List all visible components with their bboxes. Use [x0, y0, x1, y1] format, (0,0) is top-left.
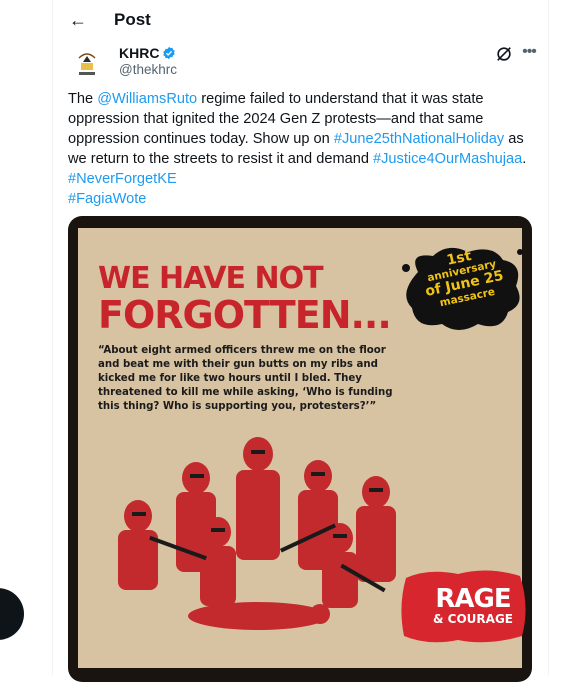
grok-icon[interactable]: [495, 45, 513, 63]
author-name-row: KHRC: [119, 44, 176, 62]
page-title: Post: [114, 10, 151, 29]
mention-link[interactable]: @WilliamsRuto: [97, 91, 197, 107]
poster-headline-2: FORGOTTEN...: [98, 293, 392, 337]
author-name[interactable]: KHRC: [119, 45, 159, 61]
post-column: ← Post KHRC @thekhrc ••• The @WilliamsRu…: [52, 0, 549, 682]
back-arrow-icon[interactable]: ←: [67, 9, 89, 31]
rage-label: RAGE & COURAGE: [418, 584, 528, 626]
officers-illustration: [118, 437, 396, 630]
floating-action-button[interactable]: [0, 588, 24, 640]
poster-headline-1: WE HAVE NOT: [98, 261, 324, 296]
rage-subtitle: & COURAGE: [433, 612, 513, 626]
tweet-text: The @WilliamsRuto regime failed to under…: [68, 89, 538, 209]
hashtag-link[interactable]: #FagiaWote: [68, 189, 538, 209]
tweet-text-4: .: [522, 151, 527, 167]
more-icon[interactable]: •••: [519, 44, 539, 62]
hashtag-link[interactable]: #Justice4OurMashujaa: [373, 151, 522, 167]
tweet-text-1: The: [68, 91, 98, 107]
avatar[interactable]: [67, 44, 107, 84]
post-image[interactable]: WE HAVE NOT FORGOTTEN... “About eight ar…: [68, 216, 532, 682]
hashtag-link[interactable]: #June25thNationalHoliday: [334, 131, 504, 147]
hashtag-link[interactable]: #NeverForgetKE: [68, 169, 538, 189]
post-header: ← Post: [53, 0, 548, 40]
author-handle[interactable]: @thekhrc: [119, 62, 177, 77]
verified-badge-icon: [163, 46, 176, 60]
poster-quote: “About eight armed officers threw me on …: [98, 345, 393, 412]
rage-title: RAGE: [435, 584, 511, 614]
